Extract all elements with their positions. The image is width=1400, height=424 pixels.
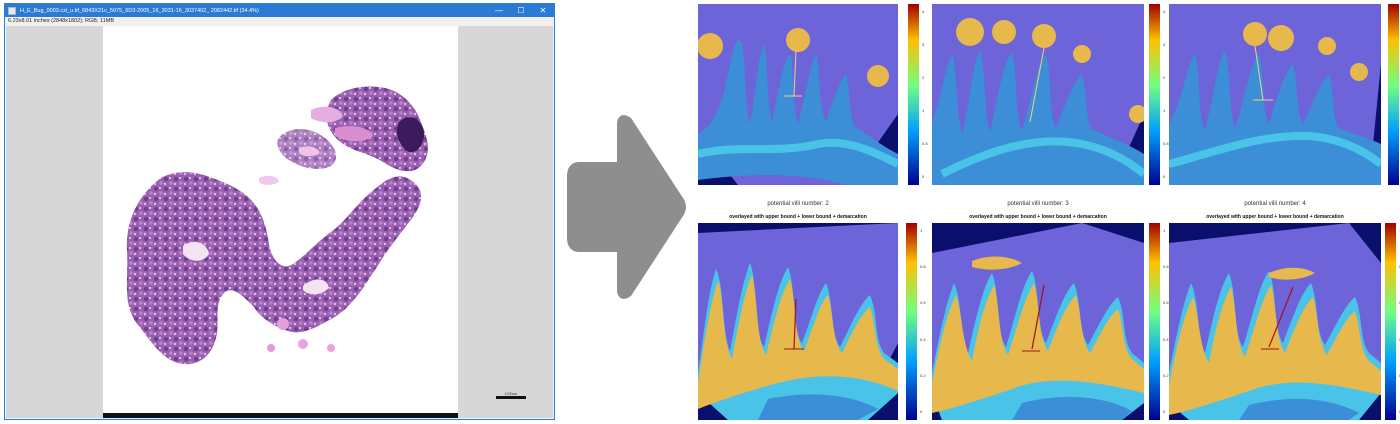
slide-bottom-edge xyxy=(103,413,458,418)
right-arrow-icon xyxy=(567,115,686,299)
colorbar: 1 0.8 0.6 0.4 0.2 0 xyxy=(1149,223,1169,420)
heatmap-plot xyxy=(932,4,1144,185)
colorbar: 4 3 2 1 0.5 0 xyxy=(1149,4,1169,185)
colorbar-tick-label: 4 xyxy=(1163,9,1166,14)
colorbar: 4 3 2 1 0.5 0 xyxy=(908,4,928,185)
colorbar-tick-label: 2 xyxy=(1163,75,1166,80)
overlay-plot xyxy=(1169,223,1381,420)
colorbar: 1 0.8 0.6 0.4 0.2 0 xyxy=(906,223,926,420)
colorbar-tick-label: 1 xyxy=(922,108,925,113)
colorbar-tick-label: 0.6 xyxy=(1163,300,1169,306)
minimize-button[interactable]: — xyxy=(488,4,510,17)
colorbar-tick-label: 0.2 xyxy=(1163,372,1169,378)
colorbar-tick-label: 0.5 xyxy=(922,141,928,146)
colorbar-tick-label: 1 xyxy=(920,228,923,233)
colorbar-tick-label: 2 xyxy=(922,75,925,80)
colorbar: 43210.50 xyxy=(1388,4,1399,185)
colorbar-tick-label: 0.4 xyxy=(920,336,926,342)
image-canvas[interactable]: 1000um xyxy=(6,26,553,418)
maximize-button[interactable]: ☐ xyxy=(510,4,532,17)
colorbar-tick-label: 0.4 xyxy=(1163,336,1169,342)
app-icon xyxy=(8,6,16,15)
panel-subtitle-3: overlayed with upper bound + lower bound… xyxy=(969,214,1107,220)
colorbar-tick-label: 0 xyxy=(922,174,925,179)
scale-bar-line xyxy=(496,396,526,399)
title-bar[interactable]: H_E_Bug_0003.czi_u.tif_6843X21c_5075_6D3… xyxy=(5,4,554,17)
tissue-image xyxy=(126,86,428,365)
overlay-plot xyxy=(698,223,898,420)
panel-title-4: potential villi number: 4 xyxy=(1244,201,1306,207)
slide-image xyxy=(103,26,458,418)
colorbar-tick-label: 0 xyxy=(1163,174,1166,179)
scale-bar: 1000um xyxy=(496,392,526,399)
colorbar-tick-label: 4 xyxy=(922,9,925,14)
colorbar-tick-label: 1 xyxy=(1163,228,1166,233)
colorbar-tick-label: 0 xyxy=(920,409,923,414)
panel-subtitle-4: overlayed with upper bound + lower bound… xyxy=(1206,214,1344,220)
colorbar-tick-label: 0 xyxy=(1163,409,1166,414)
panel-title-3: potential villi number: 3 xyxy=(1007,201,1069,207)
colorbar-tick-label: 0.8 xyxy=(1163,264,1169,270)
image-info-bar: 6.23x8.01 inches (2848x1802); RGB; 11MB xyxy=(5,17,554,26)
panel-subtitle-2: overlayed with upper bound + lower bound… xyxy=(729,214,867,220)
colorbar-tick-label: 3 xyxy=(1163,42,1166,47)
window-title: H_E_Bug_0003.czi_u.tif_6843X21c_5075_6D3… xyxy=(20,7,259,14)
colorbar-tick-label: 0.6 xyxy=(920,300,926,306)
overlay-plot xyxy=(932,223,1144,420)
colorbar-tick-label: 0.8 xyxy=(920,264,926,270)
colorbar-tick-label: 1 xyxy=(1163,108,1166,113)
heatmap-plot xyxy=(1169,4,1381,185)
close-button[interactable]: ✕ xyxy=(532,4,554,17)
colorbar-tick-label: 0.5 xyxy=(1163,141,1169,146)
colorbar: 10.80.60.40.20 xyxy=(1385,223,1400,420)
heatmap-plot xyxy=(698,4,898,185)
colorbar-tick-label: 0.2 xyxy=(920,372,926,378)
image-viewer-window: H_E_Bug_0003.czi_u.tif_6843X21c_5075_6D3… xyxy=(4,3,555,420)
colorbar-tick-label: 3 xyxy=(922,42,925,47)
panel-title-2: potential villi number: 2 xyxy=(767,201,829,207)
